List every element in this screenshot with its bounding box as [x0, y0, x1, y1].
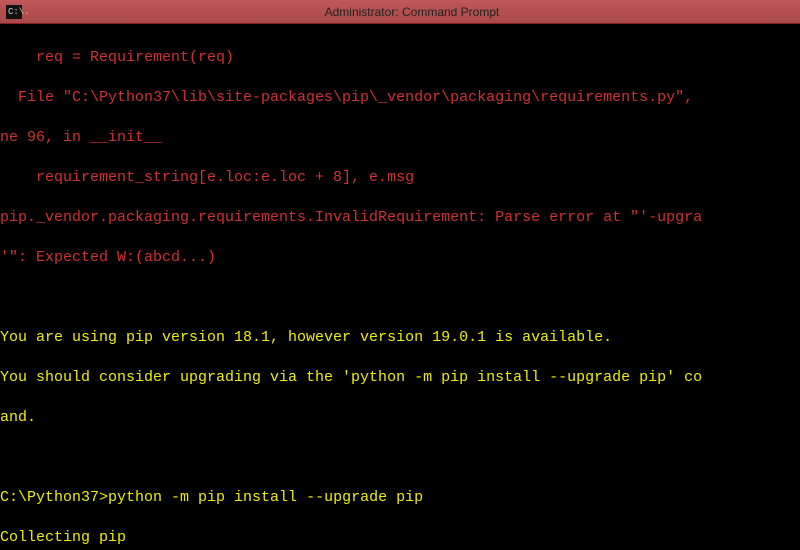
prompt-text: C:\Python37> — [0, 489, 108, 506]
error-line: '": Expected W:(abcd...) — [0, 248, 800, 268]
blank-line — [0, 288, 800, 308]
command-text: python -m pip install --upgrade pip — [108, 489, 423, 506]
error-line: req = Requirement(req) — [0, 48, 800, 68]
warning-line: You are using pip version 18.1, however … — [0, 328, 800, 348]
terminal-area[interactable]: req = Requirement(req) File "C:\Python37… — [0, 24, 800, 550]
warning-line: and. — [0, 408, 800, 428]
window-title: Administrator: Command Prompt — [30, 5, 794, 19]
error-line: pip._vendor.packaging.requirements.Inval… — [0, 208, 800, 228]
blank-line — [0, 448, 800, 468]
error-line: ne 96, in __init__ — [0, 128, 800, 148]
warning-line: You should consider upgrading via the 'p… — [0, 368, 800, 388]
error-line: requirement_string[e.loc:e.loc + 8], e.m… — [0, 168, 800, 188]
window-titlebar: C:\. Administrator: Command Prompt — [0, 0, 800, 24]
error-line: File "C:\Python37\lib\site-packages\pip\… — [0, 88, 800, 108]
prompt-line: C:\Python37>python -m pip install --upgr… — [0, 488, 800, 508]
cmd-icon: C:\. — [6, 5, 22, 19]
output-line: Collecting pip — [0, 528, 800, 548]
